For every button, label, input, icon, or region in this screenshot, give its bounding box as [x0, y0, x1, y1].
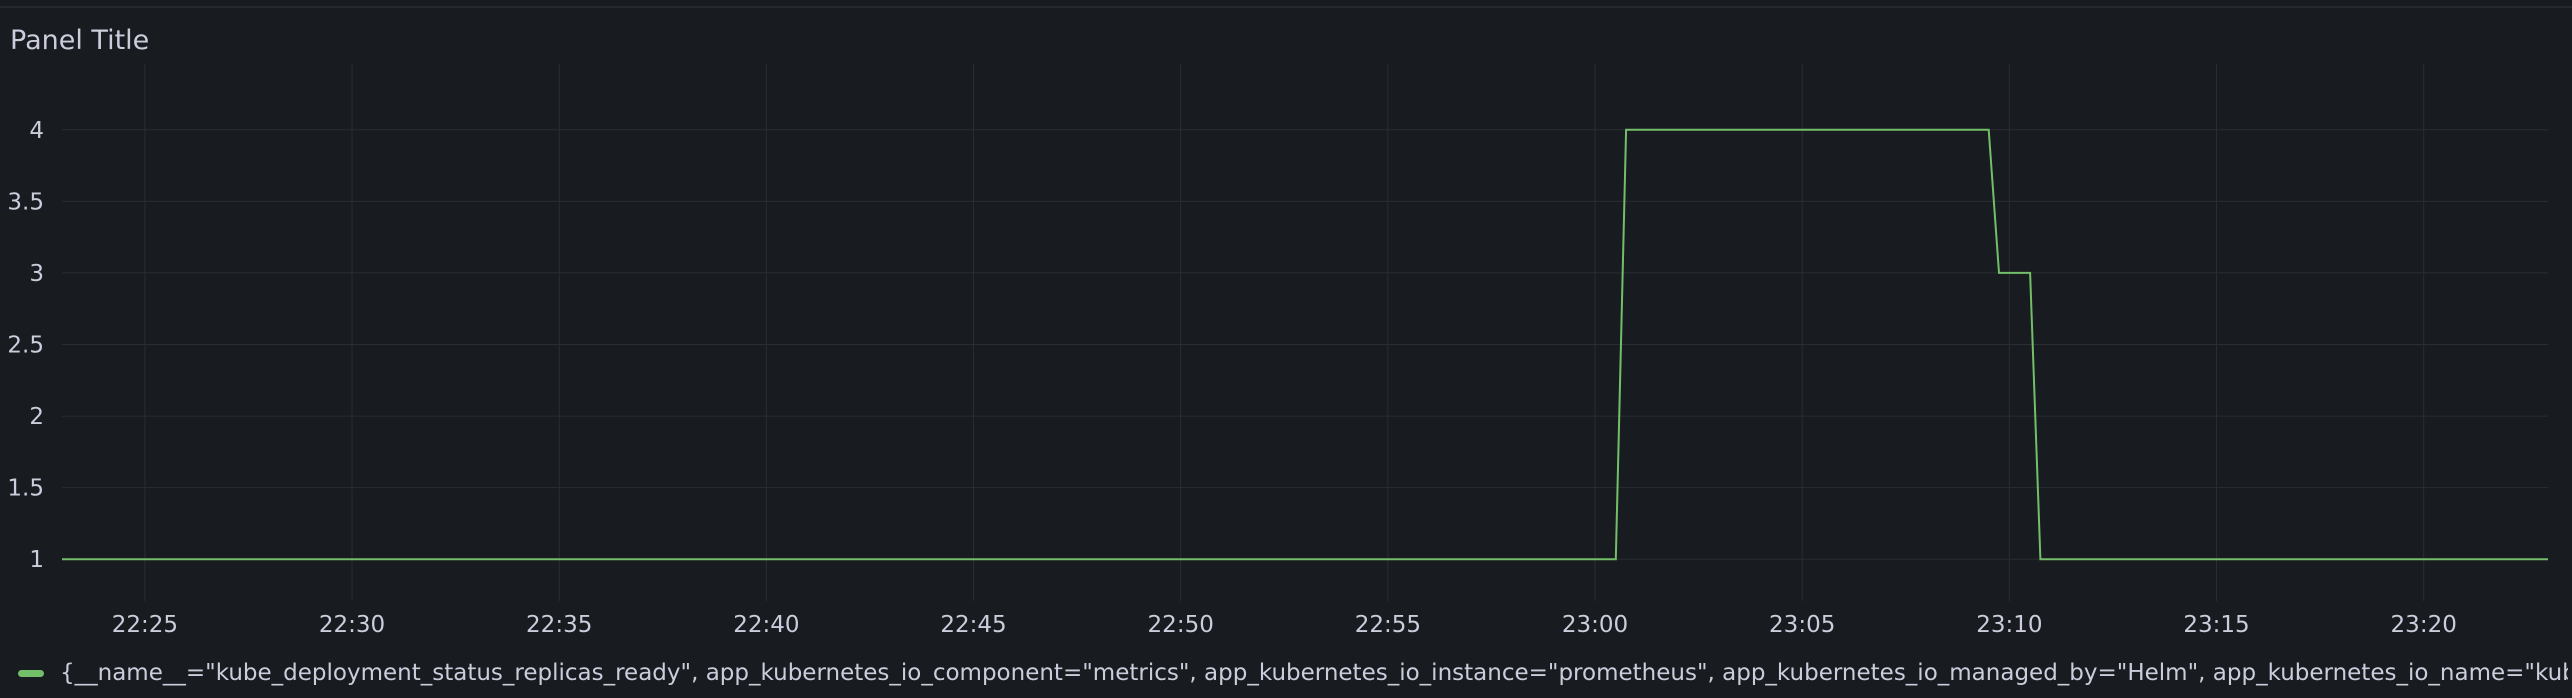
x-tick-label: 22:40 [733, 612, 799, 638]
x-axis-ticks: 22:25 22:30 22:35 22:40 22:45 22:50 22:55 23:00… [112, 612, 2457, 638]
x-tick-label: 22:25 [112, 612, 178, 638]
x-tick-label: 22:35 [526, 612, 592, 638]
time-series-panel: Panel Title 1 1.5 2 2.5 3 3.5 4 22:25 22:30 22:3… [0, 0, 2572, 698]
y-tick-label: 2 [29, 404, 44, 430]
x-tick-label: 23:15 [2183, 612, 2249, 638]
y-axis-ticks: 1 1.5 2 2.5 3 3.5 4 [7, 118, 44, 573]
legend-series-label[interactable]: {__name__="kube_deployment_status_replic… [60, 660, 2568, 686]
y-tick-label: 1.5 [7, 476, 44, 502]
y-tick-label: 3.5 [7, 189, 44, 215]
chart-area[interactable]: 11.522.533.54 22:25 22:30 22:35 22:40 22:45 2… [0, 0, 2572, 650]
x-tick-label: 23:20 [2391, 612, 2457, 638]
x-tick-label: 23:05 [1769, 612, 1835, 638]
x-tick-label: 23:10 [1976, 612, 2042, 638]
legend-series-color-swatch[interactable] [18, 669, 44, 677]
y-tick-label: 2.5 [7, 333, 44, 359]
y-tick-label: 4 [29, 118, 44, 144]
y-tick-label: 1 [29, 547, 44, 573]
x-tick-label: 22:55 [1355, 612, 1421, 638]
x-tick-label: 23:00 [1562, 612, 1628, 638]
y-tick-label: 3 [29, 261, 44, 287]
x-tick-label: 22:30 [319, 612, 385, 638]
grid-lines [62, 64, 2548, 601]
x-tick-label: 22:45 [940, 612, 1006, 638]
legend[interactable]: {__name__="kube_deployment_status_replic… [18, 652, 2568, 694]
x-tick-label: 22:50 [1148, 612, 1214, 638]
